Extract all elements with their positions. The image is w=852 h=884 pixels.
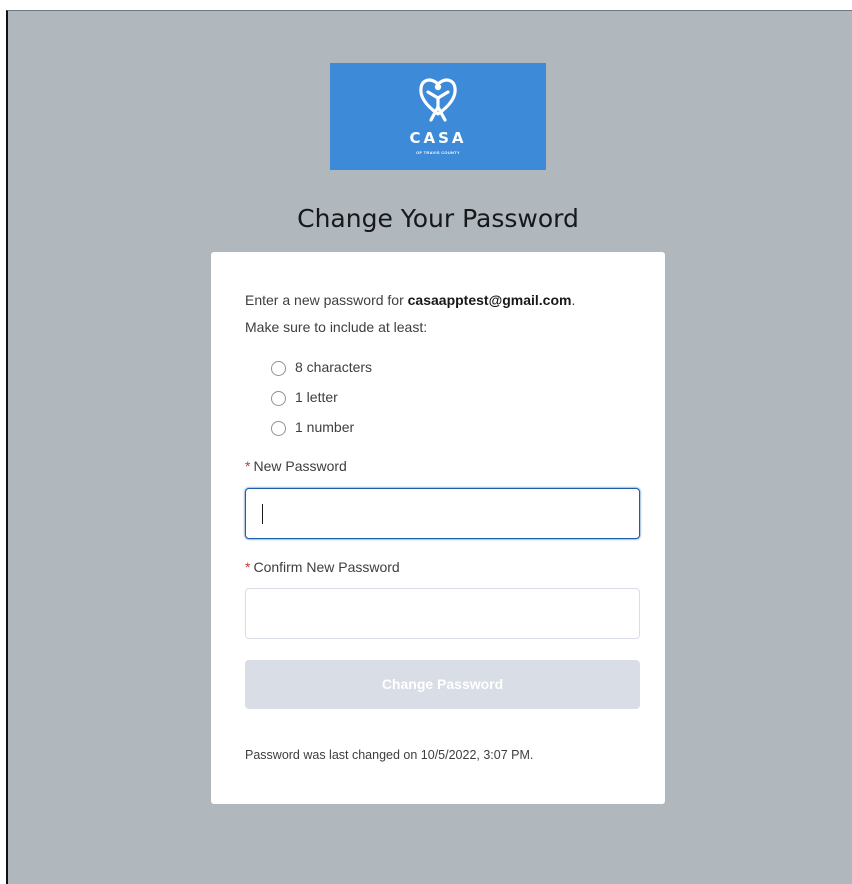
top-strip [0,0,852,10]
requirement-status-icon [271,391,286,406]
requirement-status-icon [271,361,286,376]
intro-prefix: Enter a new password for [245,292,408,308]
new-password-label-text: New Password [253,458,347,474]
requirement-status-icon [271,421,286,436]
intro-text: Enter a new password for casaapptest@gma… [245,292,575,308]
page-title: Change Your Password [297,204,579,233]
confirm-password-label-text: Confirm New Password [253,559,400,575]
requirements-heading: Make sure to include at least: [245,319,428,335]
casa-logo: CASA OF TRAVIS COUNTY [330,63,546,170]
change-password-button[interactable]: Change Password [245,660,640,709]
logo-subtitle: OF TRAVIS COUNTY [416,150,460,155]
requirement-label: 8 characters [295,359,373,375]
logo-wordmark: CASA [409,129,467,147]
text-cursor [262,504,263,524]
last-changed-note: Password was last changed on 10/5/2022, … [245,748,534,762]
requirement-label: 1 number [295,419,355,435]
new-password-label: * New Password [245,458,347,474]
requirement-label: 1 letter [295,389,338,405]
confirm-password-label: * Confirm New Password [245,559,400,575]
change-password-card: Enter a new password for casaapptest@gma… [211,252,665,804]
confirm-password-input[interactable] [245,588,640,639]
new-password-input[interactable] [245,488,640,539]
account-email: casaapptest@gmail.com [407,292,572,308]
intro-suffix: . [571,292,576,308]
required-marker: * [245,559,251,575]
required-marker: * [245,458,251,474]
